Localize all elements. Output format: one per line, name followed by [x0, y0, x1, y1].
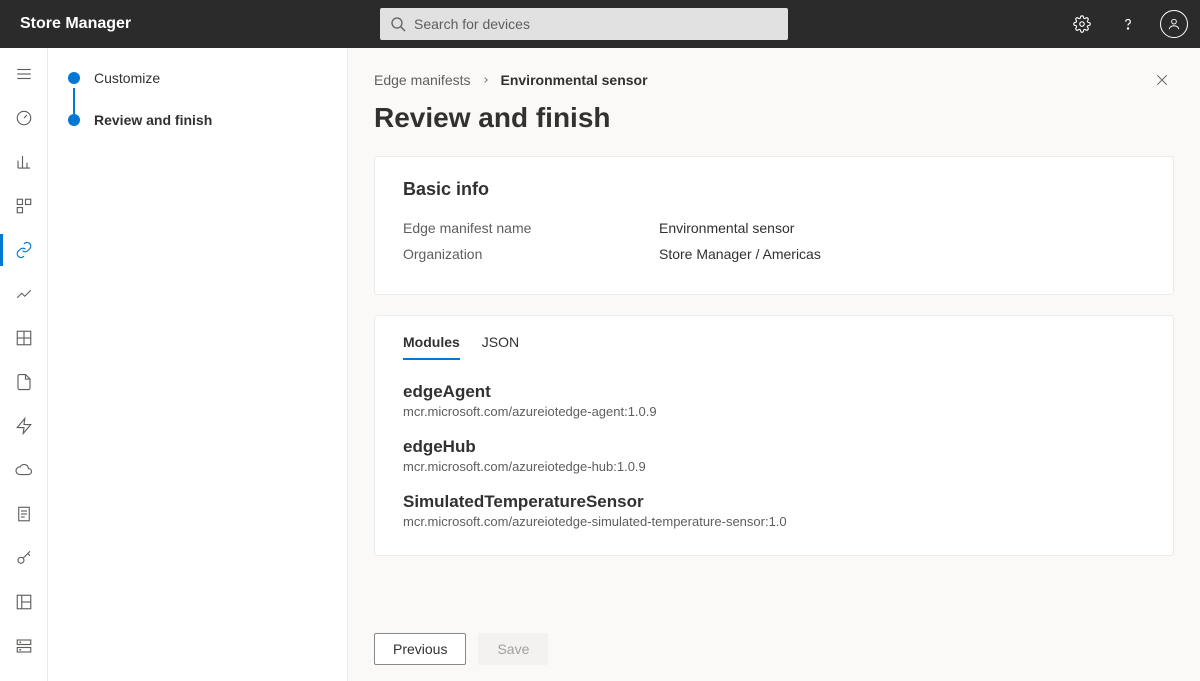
nav-edge-manifests[interactable] — [0, 228, 48, 272]
nav-hamburger[interactable] — [0, 52, 48, 96]
account-button[interactable] — [1160, 10, 1188, 38]
step-dot-icon — [68, 114, 80, 126]
nav-rules[interactable] — [0, 316, 48, 360]
app-title: Store Manager — [20, 15, 380, 33]
grid-icon — [15, 197, 33, 215]
server-icon — [15, 637, 33, 655]
step-dot-icon — [68, 72, 80, 84]
breadcrumb-parent[interactable]: Edge manifests — [374, 72, 471, 88]
search-placeholder: Search for devices — [414, 16, 530, 32]
wizard-step-review[interactable]: Review and finish — [64, 112, 331, 128]
help-icon — [1119, 15, 1137, 33]
search-input[interactable]: Search for devices — [380, 8, 788, 40]
link-icon — [15, 241, 33, 259]
nav-analytics[interactable] — [0, 272, 48, 316]
kv-row: Edge manifest name Environmental sensor — [403, 220, 1145, 236]
wizard-footer: Previous Save — [348, 617, 1200, 681]
module-image: mcr.microsoft.com/azureiotedge-agent:1.0… — [403, 404, 1145, 419]
nav-cloud[interactable] — [0, 448, 48, 492]
settings-button[interactable] — [1068, 10, 1096, 38]
kv-value: Environmental sensor — [659, 220, 794, 236]
analytics-icon — [15, 285, 33, 303]
nav-jobs[interactable] — [0, 360, 48, 404]
tab-json[interactable]: JSON — [482, 334, 519, 360]
main-content: Edge manifests Environmental sensor Revi… — [348, 48, 1200, 681]
close-icon — [1154, 72, 1170, 88]
doc-lines-icon — [15, 505, 33, 523]
gauge-icon — [15, 109, 33, 127]
breadcrumb-current: Environmental sensor — [501, 72, 648, 88]
nav-templates[interactable] — [0, 580, 48, 624]
cloud-icon — [14, 461, 34, 479]
file-icon — [15, 373, 33, 391]
nav-energy[interactable] — [0, 404, 48, 448]
chevron-right-icon — [481, 75, 491, 85]
module-item: edgeAgent mcr.microsoft.com/azureiotedge… — [403, 382, 1145, 419]
nav-device-groups[interactable] — [0, 184, 48, 228]
nav-devices[interactable] — [0, 140, 48, 184]
modules-tabs: Modules JSON — [403, 334, 1145, 360]
close-button[interactable] — [1154, 72, 1170, 91]
module-item: edgeHub mcr.microsoft.com/azureiotedge-h… — [403, 437, 1145, 474]
key-icon — [15, 549, 33, 567]
gear-icon — [1073, 15, 1091, 33]
bolt-icon — [15, 417, 33, 435]
wizard-steps-panel: Customize Review and finish — [48, 48, 348, 681]
kv-value: Store Manager / Americas — [659, 246, 821, 262]
user-icon — [1167, 17, 1181, 31]
search-icon — [390, 16, 406, 32]
module-item: SimulatedTemperatureSensor mcr.microsoft… — [403, 492, 1145, 529]
kv-key: Organization — [403, 246, 659, 262]
top-bar: Store Manager Search for devices — [0, 0, 1200, 48]
modules-card: Modules JSON edgeAgent mcr.microsoft.com… — [374, 315, 1174, 556]
menu-icon — [15, 65, 33, 83]
basic-info-card: Basic info Edge manifest name Environmen… — [374, 156, 1174, 295]
panel-icon — [15, 593, 33, 611]
nav-admin[interactable] — [0, 624, 48, 668]
kv-key: Edge manifest name — [403, 220, 659, 236]
nav-keys[interactable] — [0, 536, 48, 580]
chart-icon — [15, 153, 33, 171]
left-nav-rail — [0, 48, 48, 681]
breadcrumb: Edge manifests Environmental sensor — [374, 72, 1174, 88]
basic-info-heading: Basic info — [403, 179, 1145, 200]
previous-button[interactable]: Previous — [374, 633, 466, 665]
module-name: SimulatedTemperatureSensor — [403, 492, 1145, 512]
layout-icon — [15, 329, 33, 347]
tab-modules[interactable]: Modules — [403, 334, 460, 360]
wizard-step-customize[interactable]: Customize — [64, 70, 331, 86]
page-title: Review and finish — [374, 102, 1174, 134]
nav-docs[interactable] — [0, 492, 48, 536]
module-image: mcr.microsoft.com/azureiotedge-hub:1.0.9 — [403, 459, 1145, 474]
save-button: Save — [478, 633, 548, 665]
module-name: edgeAgent — [403, 382, 1145, 402]
module-name: edgeHub — [403, 437, 1145, 457]
module-image: mcr.microsoft.com/azureiotedge-simulated… — [403, 514, 1145, 529]
help-button[interactable] — [1114, 10, 1142, 38]
kv-row: Organization Store Manager / Americas — [403, 246, 1145, 262]
nav-dashboard[interactable] — [0, 96, 48, 140]
